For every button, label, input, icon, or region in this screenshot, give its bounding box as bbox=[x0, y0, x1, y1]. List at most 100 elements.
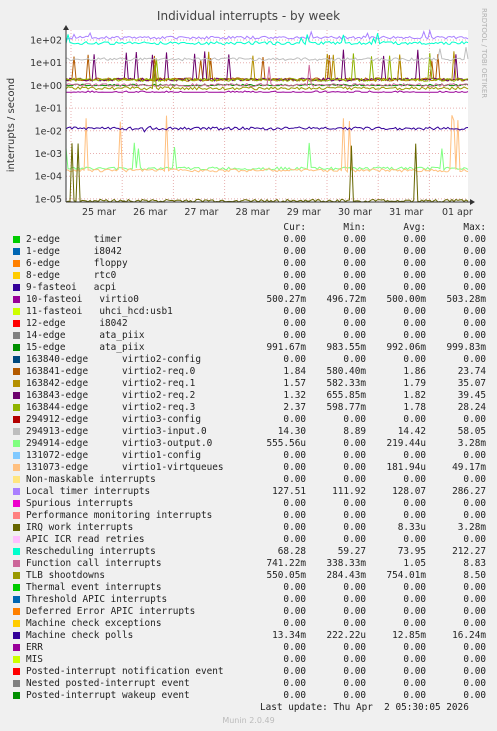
legend-row: 294914-edge virtio3-output.0 555.56u 0.00 2… bbox=[10, 438, 490, 450]
y-tick-label: 1e+02 bbox=[30, 36, 62, 47]
legend-value-max: 28.24 bbox=[457, 402, 486, 413]
legend-value-avg: 0.00 bbox=[403, 606, 426, 617]
legend-swatch bbox=[13, 500, 20, 507]
x-tick-label: 28 mar bbox=[236, 207, 270, 218]
legend-value-avg: 0.00 bbox=[403, 270, 426, 281]
legend-series-name: 10-fasteoi virtio0 bbox=[26, 294, 139, 305]
legend-row: 163843-edge virtio2-req.2 1.32 655.85m 1.82… bbox=[10, 390, 490, 402]
legend-value-avg: 0.00 bbox=[403, 678, 426, 689]
legend-value-min: 582.33m bbox=[326, 378, 366, 389]
legend-series-name: 1-edge i8042 bbox=[26, 246, 122, 257]
legend-swatch bbox=[13, 536, 20, 543]
legend-value-cur: 991.67m bbox=[266, 342, 306, 353]
legend-column-header: Cur: bbox=[283, 222, 306, 233]
legend-value-min: 0.00 bbox=[343, 690, 366, 701]
legend-value-min: 655.85m bbox=[326, 390, 366, 401]
legend-value-avg: 0.00 bbox=[403, 594, 426, 605]
legend-swatch bbox=[13, 668, 20, 675]
legend-series-name: IRQ work interrupts bbox=[26, 522, 134, 533]
legend-row: Deferred Error APIC interrupts 0.00 0.00 0.… bbox=[10, 606, 490, 618]
legend-value-avg: 992.06m bbox=[386, 342, 426, 353]
legend-series-name: Function call interrupts bbox=[26, 558, 162, 569]
legend-value-cur: 550.05m bbox=[266, 570, 306, 581]
legend-value-cur: 0.00 bbox=[283, 510, 306, 521]
legend-value-max: 49.17m bbox=[452, 462, 486, 473]
legend-series-name: 163844-edge virtio2-req.3 bbox=[26, 402, 196, 413]
legend-value-avg: 0.00 bbox=[403, 450, 426, 461]
legend-value-avg: 0.00 bbox=[403, 582, 426, 593]
legend-row: 10-fasteoi virtio0 500.27m 496.72m 500.00m 5… bbox=[10, 294, 490, 306]
legend-value-min: 0.00 bbox=[343, 666, 366, 677]
legend-swatch bbox=[13, 548, 20, 555]
legend-column-header: Min: bbox=[343, 222, 366, 233]
legend-swatch bbox=[13, 584, 20, 591]
legend-swatch bbox=[13, 632, 20, 639]
legend-value-cur: 0.00 bbox=[283, 498, 306, 509]
legend-value-min: 0.00 bbox=[343, 606, 366, 617]
legend-value-min: 0.00 bbox=[343, 258, 366, 269]
legend-value-max: 0.00 bbox=[463, 654, 486, 665]
y-tick-label: 1e-02 bbox=[35, 126, 62, 137]
legend-value-min: 0.00 bbox=[343, 318, 366, 329]
legend-value-cur: 555.56u bbox=[266, 438, 306, 449]
legend-value-cur: 68.28 bbox=[277, 546, 306, 557]
legend-value-cur: 0.00 bbox=[283, 582, 306, 593]
legend-value-min: 0.00 bbox=[343, 594, 366, 605]
legend-value-max: 3.28m bbox=[457, 438, 486, 449]
legend-value-avg: 0.00 bbox=[403, 654, 426, 665]
legend-value-avg: 73.95 bbox=[397, 546, 426, 557]
legend-series-name: 294913-edge virtio3-input.0 bbox=[26, 426, 207, 437]
legend-value-max: 0.00 bbox=[463, 618, 486, 629]
legend-row: 14-edge ata_piix 0.00 0.00 0.00 0.00 bbox=[10, 330, 490, 342]
legend-series-name: 11-fasteoi uhci_hcd:usb1 bbox=[26, 306, 173, 317]
y-tick-label: 1e-05 bbox=[35, 194, 62, 205]
legend-row: 163841-edge virtio2-req.0 1.84 580.40m 1.86… bbox=[10, 366, 490, 378]
legend-value-min: 0.00 bbox=[343, 246, 366, 257]
legend-row: Posted-interrupt notification event 0.00 0… bbox=[10, 666, 490, 678]
legend-value-cur: 0.00 bbox=[283, 642, 306, 653]
legend-series-name: Threshold APIC interrupts bbox=[26, 594, 168, 605]
legend-row: Non-maskable interrupts 0.00 0.00 0.00 0.00 bbox=[10, 474, 490, 486]
legend-swatch bbox=[13, 644, 20, 651]
legend-series-name: APIC ICR read retries bbox=[26, 534, 145, 545]
legend-value-max: 16.24m bbox=[452, 630, 486, 641]
legend-value-min: 0.00 bbox=[343, 438, 366, 449]
legend-value-cur: 127.51 bbox=[272, 486, 306, 497]
legend-swatch bbox=[13, 524, 20, 531]
legend-value-cur: 0.00 bbox=[283, 594, 306, 605]
legend-value-max: 3.28m bbox=[457, 522, 486, 533]
legend-series-name: Thermal event interrupts bbox=[26, 582, 162, 593]
legend-value-cur: 0.00 bbox=[283, 474, 306, 485]
legend-value-cur: 0.00 bbox=[283, 654, 306, 665]
legend-row: 294912-edge virtio3-config 0.00 0.00 0.00 0.… bbox=[10, 414, 490, 426]
legend-swatch bbox=[13, 344, 20, 351]
legend-value-cur: 13.34m bbox=[272, 630, 306, 641]
legend-row: IRQ work interrupts 0.00 0.00 8.33u 3.28m bbox=[10, 522, 490, 534]
legend-value-max: 0.00 bbox=[463, 330, 486, 341]
legend-value-min: 0.00 bbox=[343, 678, 366, 689]
legend-series-name: Posted-interrupt notification event bbox=[26, 666, 224, 677]
legend-value-avg: 0.00 bbox=[403, 534, 426, 545]
legend-value-cur: 0.00 bbox=[283, 618, 306, 629]
x-axis-arrow bbox=[470, 199, 475, 205]
x-tick-label: 27 mar bbox=[184, 207, 218, 218]
legend-value-cur: 0.00 bbox=[283, 606, 306, 617]
legend-value-avg: 0.00 bbox=[403, 690, 426, 701]
legend-value-max: 286.27 bbox=[452, 486, 486, 497]
legend-series-name: Non-maskable interrupts bbox=[26, 474, 156, 485]
legend-value-cur: 0.00 bbox=[283, 330, 306, 341]
legend-value-avg: 8.33u bbox=[397, 522, 426, 533]
legend-swatch bbox=[13, 332, 20, 339]
legend-swatch bbox=[13, 572, 20, 579]
legend-value-min: 0.00 bbox=[343, 354, 366, 365]
legend-value-avg: 754.01m bbox=[386, 570, 426, 581]
legend-value-avg: 181.94u bbox=[386, 462, 426, 473]
legend-series-name: 15-edge ata_piix bbox=[26, 342, 145, 353]
legend-swatch bbox=[13, 248, 20, 255]
legend-value-max: 503.28m bbox=[446, 294, 486, 305]
legend-swatch bbox=[13, 452, 20, 459]
legend-value-avg: 12.85m bbox=[392, 630, 426, 641]
legend-value-cur: 500.27m bbox=[266, 294, 306, 305]
legend-row: 9-fasteoi acpi 0.00 0.00 0.00 0.00 bbox=[10, 282, 490, 294]
legend-series-name: 294912-edge virtio3-config bbox=[26, 414, 201, 425]
